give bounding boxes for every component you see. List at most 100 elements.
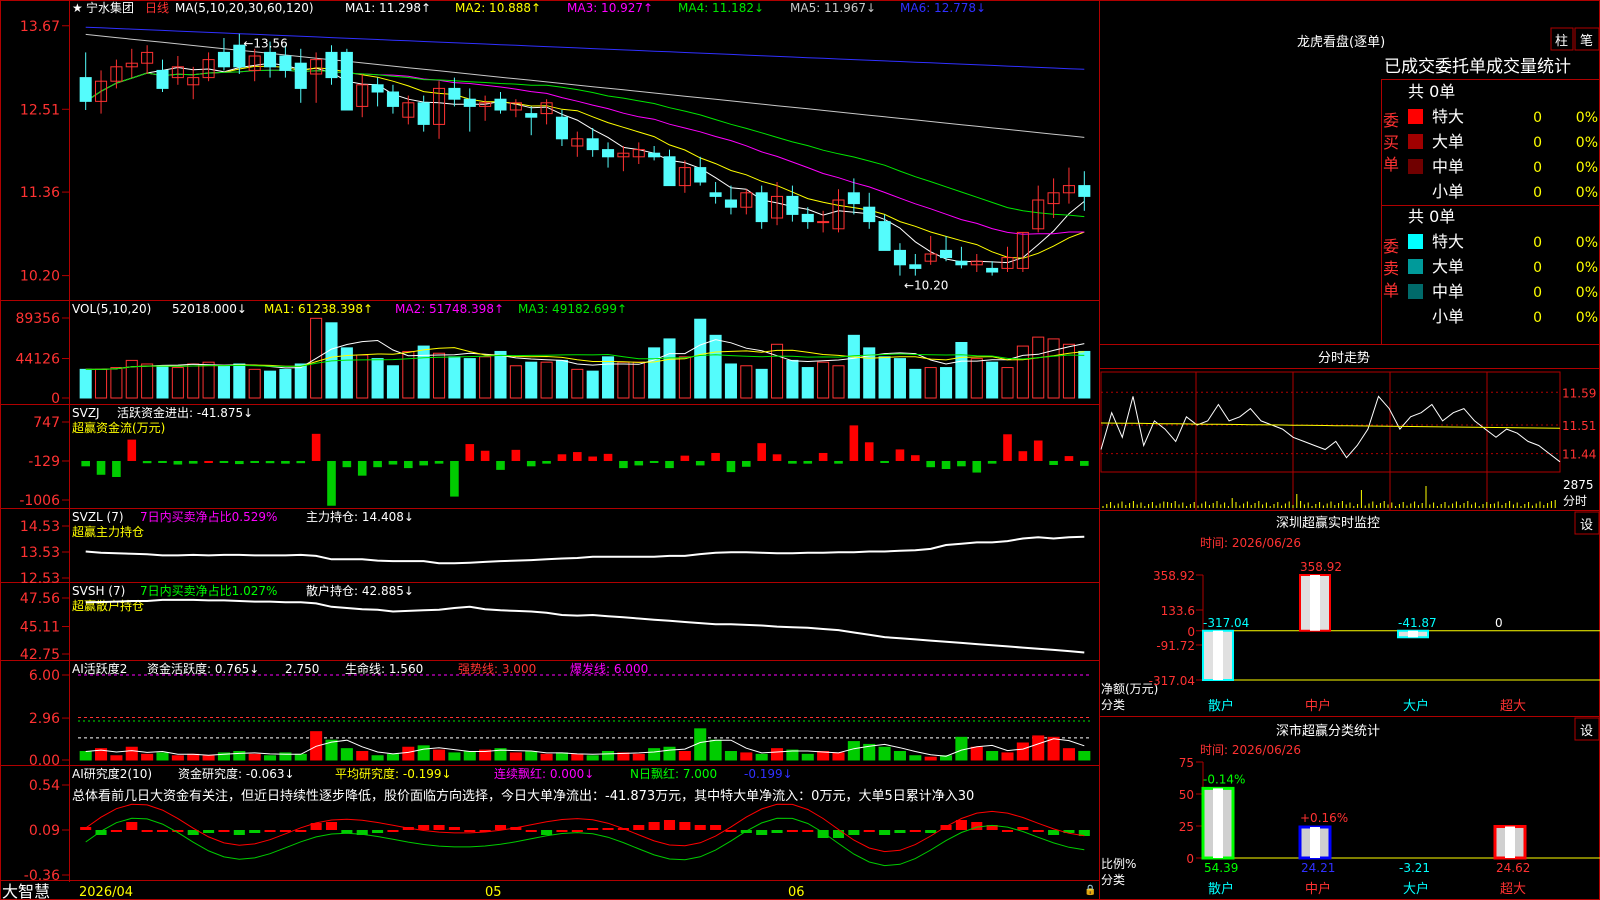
aires-bar [1048, 830, 1060, 835]
star-icon[interactable]: ★ [72, 1, 83, 15]
vol-bar [125, 359, 138, 399]
svzl-line [85, 535, 1085, 565]
svzj-bar [204, 460, 213, 463]
candle-body [294, 62, 307, 89]
candle-body [817, 221, 830, 224]
candle-body [755, 192, 768, 223]
svzj-bar [1049, 460, 1058, 465]
lhb-tabs[interactable]: 已成交委托单成交量统计 [1384, 57, 1571, 77]
monitor-settings-button[interactable]: 设 [1580, 518, 1593, 533]
aires-bar [433, 825, 445, 830]
candle-body [801, 213, 814, 223]
vol-bar [555, 359, 568, 399]
lhb-sell-row-name: 特大 [1432, 232, 1464, 251]
ma-params: MA(5,10,20,30,60,120) [175, 1, 314, 15]
svzl-tick-label: 12.53 [20, 571, 60, 587]
classify-category: 中户 [1305, 881, 1331, 897]
candle-body [494, 98, 507, 111]
svzl-sub: 超赢主力持仓 [72, 524, 144, 539]
brand-logo: 大智慧 [2, 882, 50, 900]
aiact-d: 强势线: 3.000 [458, 662, 536, 676]
vol-bar [617, 361, 630, 399]
vol-bar [1001, 367, 1014, 399]
lhb-sell-row-count: 0 [1533, 285, 1542, 301]
aires-bar [663, 820, 676, 830]
aiact-bar [540, 753, 553, 761]
aiact-title: AI活跃度2 [72, 661, 127, 676]
intraday-tick-label: 11.59 [1562, 386, 1596, 400]
aires-bar [325, 822, 338, 830]
svzj-bar [526, 460, 536, 467]
candle-body [648, 152, 661, 158]
svzj-bar [803, 460, 813, 464]
aires-tick-label: 0.09 [29, 823, 60, 839]
lhb-sell-row-pct: 0% [1576, 285, 1598, 301]
classify-tick-label: 50 [1179, 788, 1194, 802]
svsh-tick-label: 42.75 [20, 647, 60, 663]
aires-bar [771, 830, 783, 833]
classify-value-label: 24.62 [1496, 861, 1530, 875]
lhb-sell-row-name: 大单 [1432, 257, 1464, 276]
monitor-bar-highlight [1408, 630, 1418, 638]
aires-tick-label: 0.54 [29, 778, 60, 794]
svzj-bar [158, 460, 167, 463]
lhb-sell-row-pct: 0% [1576, 235, 1598, 251]
aires-bar [802, 830, 814, 832]
monitor-value-label: 0 [1495, 616, 1503, 630]
lhb-btn-col[interactable]: 柱 [1555, 34, 1568, 49]
aiact-bar [771, 748, 784, 761]
candle-body [586, 138, 599, 151]
svzl-tick-label: 14.53 [20, 519, 60, 535]
vol-bar [202, 361, 215, 399]
lock-icon[interactable]: 🔒 [1084, 884, 1096, 896]
aires-red-line [85, 803, 1085, 853]
intraday-price-line [1100, 395, 1561, 463]
candle-body [386, 91, 399, 107]
vol-bar [709, 334, 722, 399]
classify-tick-label: 75 [1179, 756, 1194, 770]
candle-body [525, 113, 538, 118]
aiact-line [85, 738, 1085, 757]
candle-body [217, 51, 230, 68]
aiact-tick-label: 2.96 [29, 711, 60, 727]
classify-settings-button[interactable]: 设 [1580, 724, 1593, 739]
monitor-cat-label: 分类 [1101, 698, 1125, 712]
vol-bar [1032, 336, 1045, 399]
svzj-bar [496, 460, 505, 470]
ma3-line [85, 69, 1085, 235]
classify-cat-label: 分类 [1101, 873, 1125, 887]
intraday-tick-label: 11.44 [1562, 448, 1596, 462]
svzj-bar [742, 460, 751, 467]
candle-body [955, 260, 968, 266]
vol-tick-label: 44126 [15, 351, 60, 367]
svzj-bar [542, 460, 551, 464]
svzj-bar [480, 450, 490, 461]
monitor-title: 深圳超赢实时监控 [1276, 515, 1380, 531]
aires-bar [126, 822, 138, 830]
lhb-buy-row-name: 中单 [1432, 157, 1464, 176]
stock-name: 宁水集团 [86, 0, 134, 15]
period-label[interactable]: 日线 [145, 1, 169, 15]
svsh-tick-label: 47.56 [20, 591, 60, 607]
lhb-btn-pen[interactable]: 笔 [1580, 33, 1593, 49]
candle-body [863, 206, 876, 223]
vol-bar [663, 338, 676, 399]
monitor-category: 大户 [1403, 698, 1429, 714]
lhb-buy-row-count: 0 [1533, 160, 1542, 176]
aiact-bar [264, 755, 277, 761]
classify-bar-highlight [1505, 826, 1515, 858]
price-tick-label: 12.51 [20, 102, 60, 118]
aiact-bar [893, 751, 906, 761]
candle-body [602, 149, 615, 158]
aires-tick-label: -0.36 [24, 868, 60, 884]
svzj-bar [173, 460, 183, 465]
svzj-bar [342, 460, 352, 468]
svzj-bar [926, 460, 935, 468]
candle-body [786, 195, 799, 215]
aires-bar [894, 830, 906, 833]
vol-bar [448, 356, 461, 399]
svzj-bar [511, 449, 521, 461]
classify-unit: 比例% [1101, 857, 1136, 871]
lhb-buy-row-name: 小单 [1432, 182, 1464, 201]
classify-title: 深市超赢分类统计 [1276, 723, 1380, 739]
